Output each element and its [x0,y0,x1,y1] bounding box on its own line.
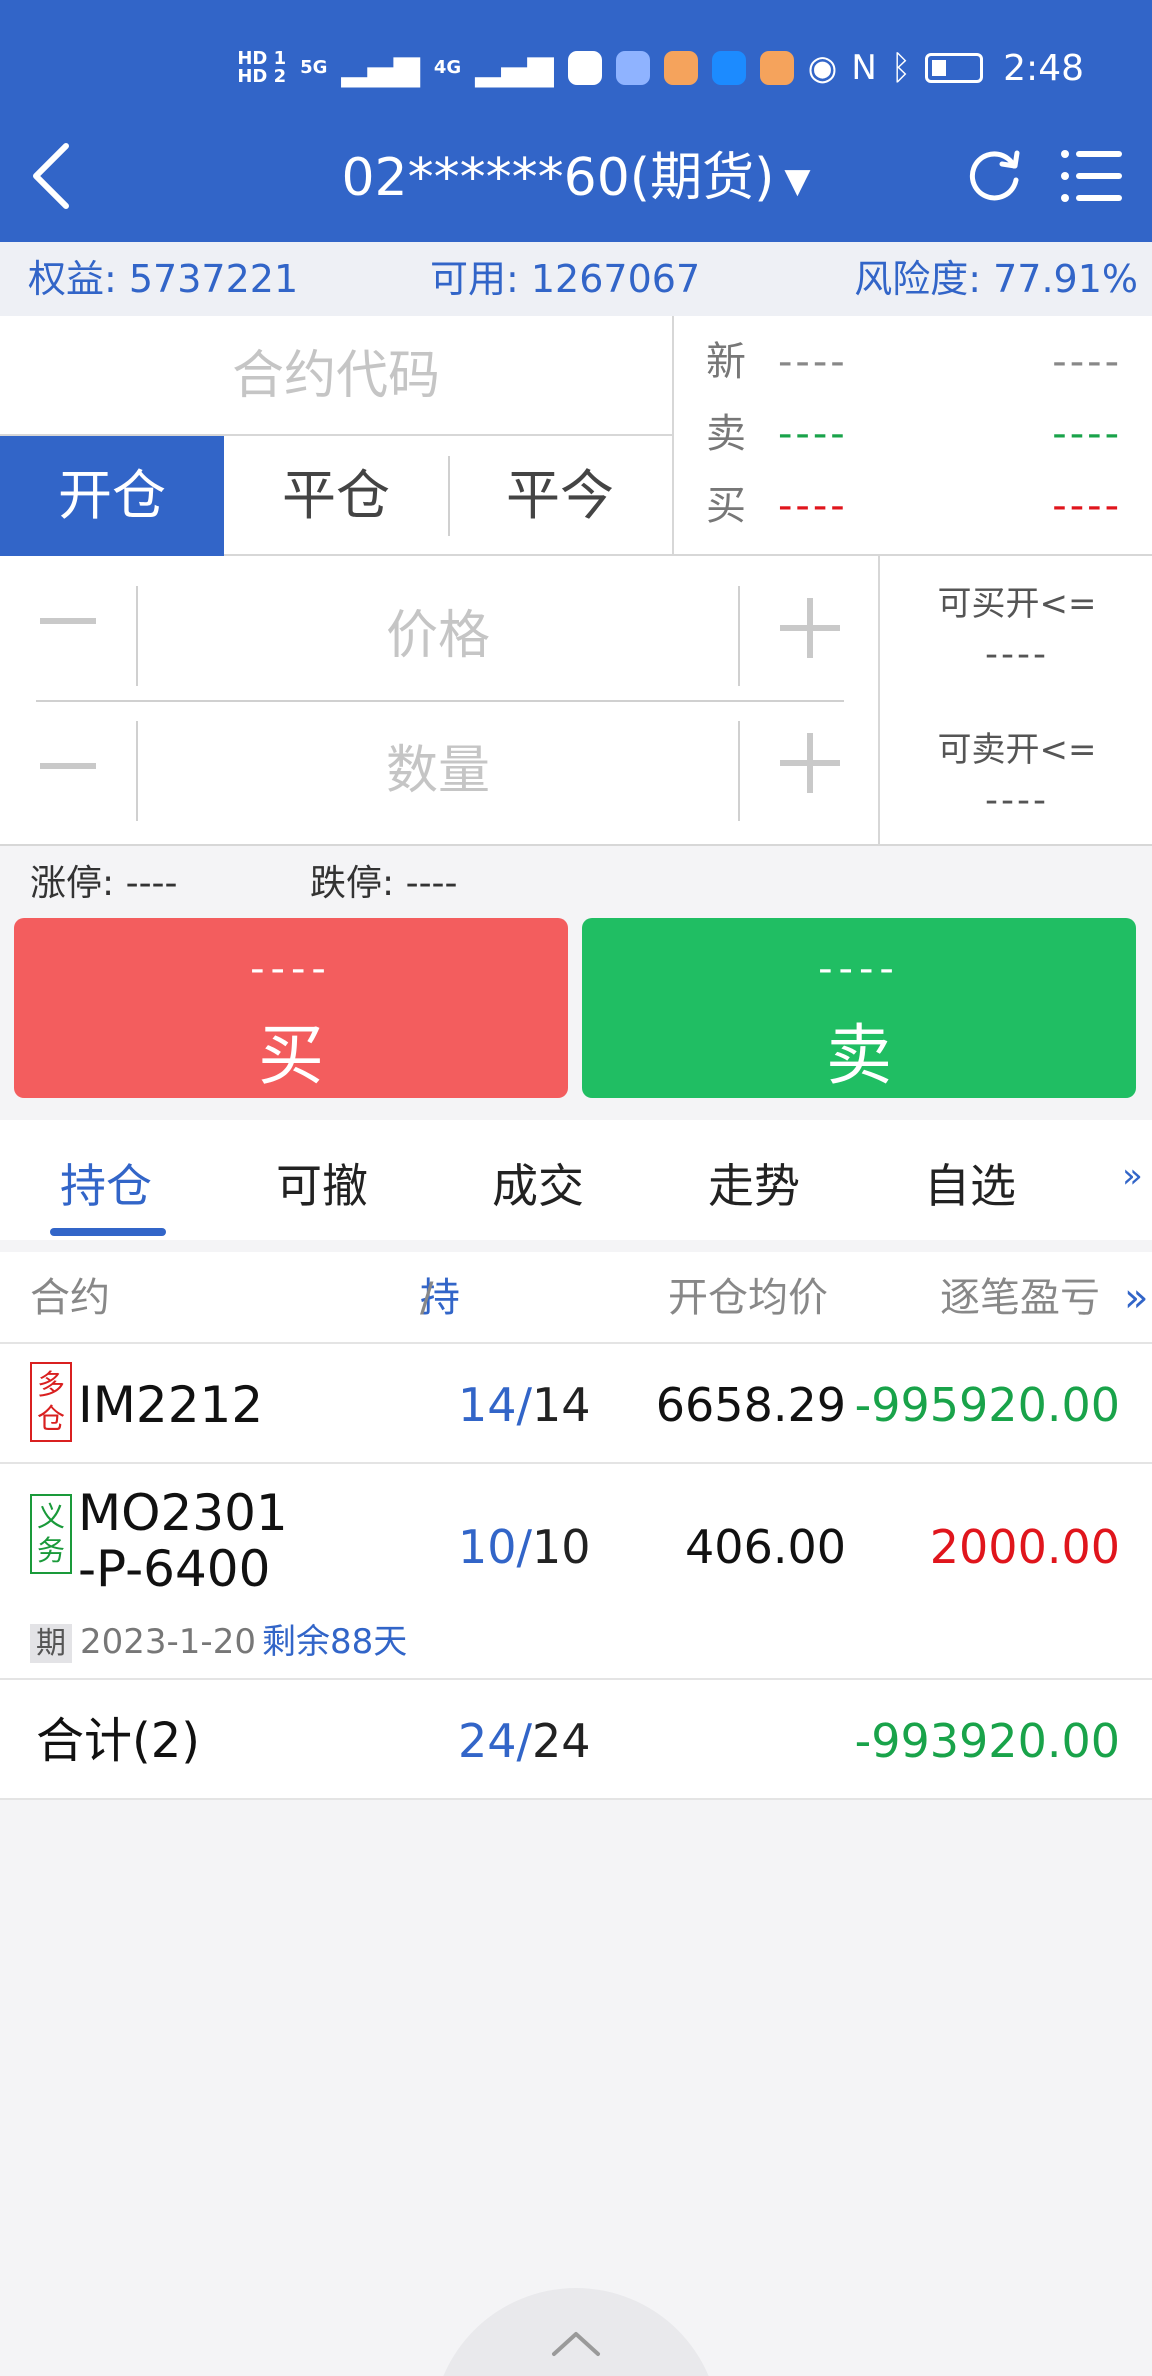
quote-row-bid: 买 ---- ---- [706,483,1122,529]
columns-more-icon[interactable]: » [1124,1252,1148,1344]
account-summary: 权益: 5737221 可用: 1267067 风险度: 77.91% [0,242,1152,316]
contract-name: IM2212 [78,1376,264,1434]
total-hold: 24/24 [458,1714,591,1768]
table-row[interactable]: 多仓 IM2212 14/14 6658.29 -995920.00 [0,1344,1152,1464]
quote-panel: 新 ---- ---- 卖 ---- ---- 买 ---- ---- [672,316,1152,556]
tab-close-today[interactable]: 平今 [448,436,672,556]
tabs-more-icon[interactable]: » [1122,1156,1143,1196]
network-4g-label: 4G [433,57,462,78]
tab-trades[interactable]: 成交 [492,1150,584,1216]
message-icon [759,51,794,85]
avg-price: 6658.29 [655,1378,846,1432]
chat-icon [567,51,602,85]
buy-price: ---- [250,946,332,992]
signal-icon: ▂▄▆ [341,48,420,88]
risk-value: 风险度: 77.91% [854,257,1138,301]
order-panel-top: 合约代码 开仓 平仓 平今 新 ---- ---- 卖 ---- ---- 买 … [0,316,1152,556]
hold-avail: 10/10 [458,1520,591,1574]
qty-plus-button[interactable] [780,733,840,793]
status-bar: HD 1 HD 2 5G ▂▄▆ 4G ▂▄▆ ◉ N ᛒ 2:48 [237,40,1084,96]
quote-row-last: 新 ---- ---- [706,339,1122,385]
total-pnl: -993920.00 [854,1714,1120,1768]
tab-close[interactable]: 平仓 [224,436,448,556]
signal-icon: ▂▄▆ [475,48,554,88]
quote-row-ask: 卖 ---- ---- [706,411,1122,457]
total-row: 合计(2) 24/24 -993920.00 [0,1680,1152,1800]
contract-code-input[interactable]: 合约代码 [0,316,672,436]
equity-value: 权益: 5737221 [28,257,299,301]
sell-button[interactable]: ---- 卖 [582,918,1136,1098]
expiry-date: 2023-1-20 [80,1622,256,1662]
network-5g-label: 5G [300,57,328,78]
quantity-input[interactable]: 数量 [136,721,740,821]
qty-minus-button[interactable] [40,763,96,769]
pnl-value: 2000.00 [929,1520,1120,1574]
menu-icon[interactable] [1060,146,1124,206]
expiry-info: 期 2023-1-20 剩余88天 [30,1614,407,1663]
price-plus-button[interactable] [780,598,840,658]
price-stepper: 价格 [0,566,880,711]
app-header: HD 1 HD 2 5G ▂▄▆ 4G ▂▄▆ ◉ N ᛒ 2:48 02****… [0,0,1152,242]
col-avg-price: 开仓均价 [668,1275,828,1321]
nfc-icon: N [851,48,877,88]
contract-name-line1: MO2301 [78,1484,288,1542]
refresh-icon[interactable] [964,146,1024,206]
sim-indicators: HD 1 HD 2 [237,48,287,87]
col-pnl: 逐笔盈亏 [940,1275,1100,1321]
eye-icon: ◉ [807,48,838,88]
tab-open[interactable]: 开仓 [0,436,224,556]
tab-trend[interactable]: 走势 [708,1150,800,1216]
divider [36,700,844,702]
dropdown-caret-icon: ▼ [784,161,811,201]
hold-avail: 14/14 [458,1378,591,1432]
days-remaining: 剩余88天 [261,1622,408,1662]
tab-positions[interactable]: 持仓 [60,1150,152,1216]
tab-cancelable[interactable]: 可撤 [276,1150,368,1216]
chevron-up-icon [552,2332,600,2356]
bluetooth-icon: ᛒ [890,48,912,88]
expiry-tag: 期 [30,1624,72,1663]
weather-icon [711,51,746,85]
open-close-tabs: 开仓 平仓 平今 [0,436,672,556]
short-option-badge: 义务 [30,1494,72,1574]
page-title: 02******60(期货) [341,148,775,208]
total-label: 合计(2) [36,1713,200,1769]
can-buy-label: 可买开<= [937,584,1097,624]
table-row[interactable]: 义务 MO2301 -P-6400 10/10 406.00 2000.00 期… [0,1464,1152,1680]
pnl-value: -995920.00 [854,1378,1120,1432]
order-panel-mid: 价格 数量 可买开<= ---- 可卖开<= ---- [0,556,1152,846]
available-open-panel: 可买开<= ---- 可卖开<= ---- [878,556,1152,846]
tab-watchlist[interactable]: 自选 [924,1150,1016,1216]
can-sell-value: ---- [985,780,1049,821]
sell-price: ---- [818,946,900,992]
can-buy-value: ---- [985,634,1049,675]
contract-name-line2: -P-6400 [78,1540,271,1598]
price-input[interactable]: 价格 [136,586,740,686]
pull-up-handle[interactable] [432,2288,720,2376]
positions-table-header: 合约 持仓/可用 开仓均价 逐笔盈亏 » [0,1252,1152,1505]
price-minus-button[interactable] [40,618,96,624]
sell-label: 卖 [826,1017,892,1094]
clock: 2:48 [1003,47,1084,89]
col-contract: 合约 [30,1275,110,1321]
limit-up: 涨停: ---- [30,863,178,904]
hand-icon [615,51,650,85]
buy-button[interactable]: ---- 买 [14,918,568,1098]
long-position-badge: 多仓 [30,1362,72,1442]
bottom-tabs: 持仓 可撤 成交 走势 自选 » [0,1120,1152,1240]
active-tab-indicator [50,1228,166,1236]
available-value: 可用: 1267067 [430,257,701,301]
battery-icon [925,53,984,83]
quantity-stepper: 数量 [0,711,880,856]
can-sell-label: 可卖开<= [937,730,1097,770]
avg-price: 406.00 [685,1520,846,1574]
message-icon [663,51,698,85]
limit-down: 跌停: ---- [310,863,458,904]
buy-label: 买 [258,1017,324,1094]
